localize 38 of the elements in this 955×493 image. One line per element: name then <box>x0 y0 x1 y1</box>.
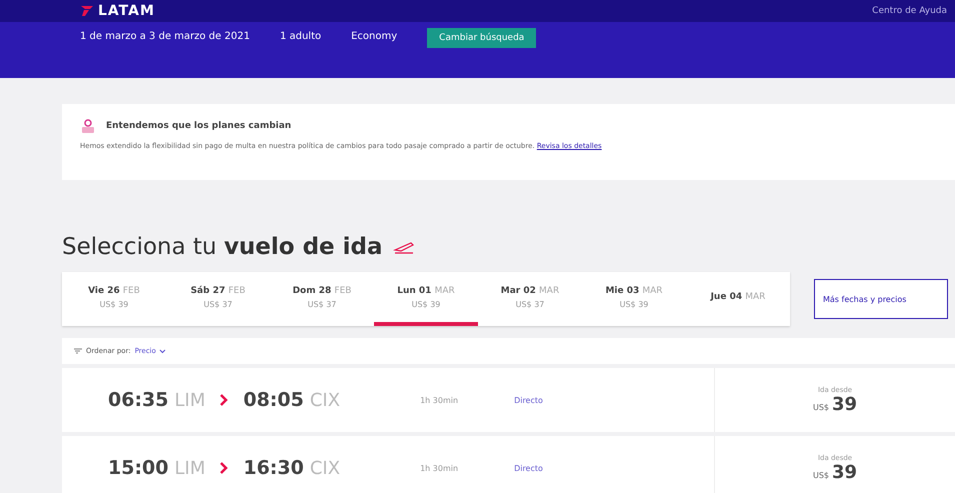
chevron-right-icon <box>219 461 230 475</box>
arrival-time: 16:30 <box>243 457 304 479</box>
chevron-right-icon <box>219 393 230 407</box>
date-tab[interactable]: Dom 28 FEB US$ 37 <box>270 272 374 326</box>
passenger-count: 1 adulto <box>280 30 322 42</box>
logo-icon <box>80 5 94 17</box>
departure-time: 06:35 <box>108 389 168 411</box>
notice-title: Entendemos que los planes cambian <box>106 121 292 131</box>
airport-code: CIX <box>310 458 340 478</box>
price: 39 <box>832 394 858 414</box>
sort-icon <box>74 348 82 354</box>
flight-duration: 1h 30min <box>420 396 460 404</box>
date-tab[interactable]: Sáb 27 FEB US$ 37 <box>166 272 270 326</box>
departure-time: 15:00 <box>108 457 168 479</box>
stops-label: Directo <box>514 396 544 404</box>
more-dates-button[interactable]: Más fechas y precios <box>814 279 948 319</box>
logo-text: LATAM <box>98 3 155 19</box>
date-tab[interactable]: Mar 02 MAR US$ 37 <box>478 272 582 326</box>
currency: US$ <box>812 402 830 412</box>
caret-icon <box>158 348 166 354</box>
airport-code: CIX <box>310 390 340 410</box>
plane-icon <box>392 240 415 254</box>
currency: US$ <box>812 470 830 480</box>
page-heading: Selecciona tu vuelo de ida <box>62 234 383 260</box>
cabin-class: Economy <box>351 30 398 42</box>
calendar-person-icon <box>80 118 96 134</box>
airport-code: LIM <box>174 390 206 410</box>
arrival-time: 08:05 <box>243 389 304 411</box>
help-link[interactable]: Centro de Ayuda <box>872 6 947 16</box>
search-dates: 1 de marzo a 3 de marzo de 2021 <box>80 30 250 42</box>
airport-code: LIM <box>174 458 206 478</box>
price: 39 <box>832 462 858 482</box>
date-tab[interactable]: Mie 03 MAR US$ 39 <box>582 272 686 326</box>
flight-duration: 1h 30min <box>420 464 460 472</box>
date-tab[interactable]: Vie 26 FEB US$ 39 <box>62 272 166 326</box>
date-tab[interactable]: Jue 04 MAR <box>686 272 790 326</box>
stops-label: Directo <box>514 464 544 472</box>
date-tab[interactable]: Lun 01 MAR US$ 39 <box>374 272 478 326</box>
